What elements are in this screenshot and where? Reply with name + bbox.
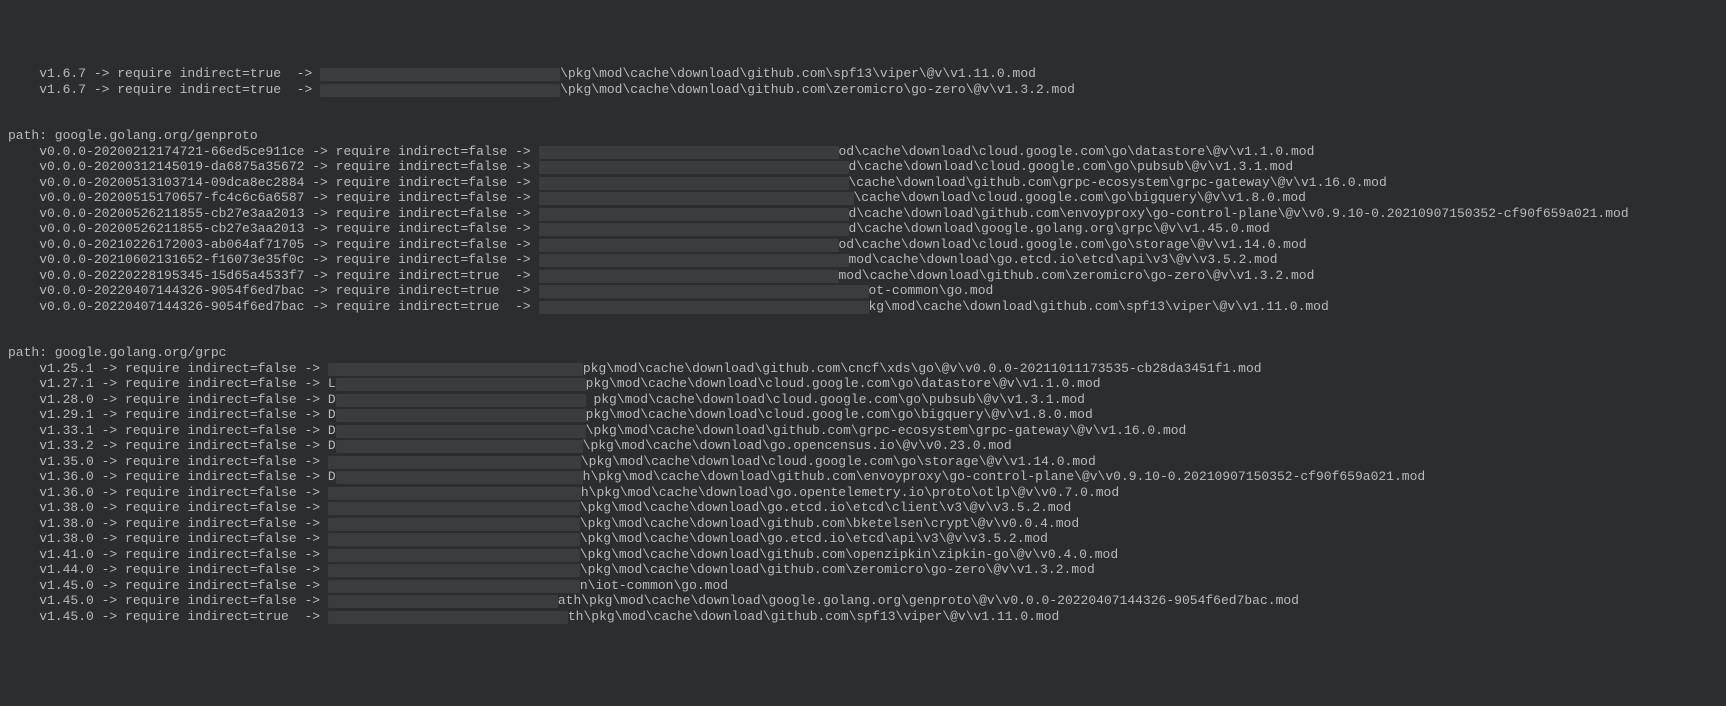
output-line: v0.0.0-20200526211855-cb27e3aa2013 -> re… (8, 221, 1718, 237)
redacted-segment (328, 363, 583, 376)
output-line: v1.25.1 -> require indirect=false -> pkg… (8, 361, 1718, 377)
redacted-segment (336, 425, 586, 438)
redacted-segment (539, 254, 849, 267)
redacted-segment (336, 440, 583, 453)
output-line: v1.45.0 -> require indirect=true -> th\p… (8, 609, 1718, 625)
output-line: v1.29.1 -> require indirect=false -> Dpk… (8, 407, 1718, 423)
redacted-segment (328, 533, 580, 546)
redacted-segment (539, 239, 839, 252)
output-line: v0.0.0-20200515170657-fc4c6c6a6587 -> re… (8, 190, 1718, 206)
output-line: v0.0.0-20200212174721-66ed5ce911ce -> re… (8, 144, 1718, 160)
redacted-segment (539, 192, 854, 205)
redacted-segment (328, 611, 568, 624)
output-line: v0.0.0-20220228195345-15d65a4533f7 -> re… (8, 268, 1718, 284)
output-line (8, 97, 1718, 113)
output-line: v0.0.0-20210226172003-ab064af71705 -> re… (8, 237, 1718, 253)
redacted-segment (336, 471, 583, 484)
redacted-segment (328, 456, 581, 469)
redacted-segment (328, 549, 580, 562)
redacted-segment (328, 580, 580, 593)
redacted-segment (328, 564, 580, 577)
output-line: v1.38.0 -> require indirect=false -> \pk… (8, 531, 1718, 547)
output-line (8, 314, 1718, 330)
output-line (8, 113, 1718, 129)
redacted-segment (320, 68, 560, 81)
output-line: v0.0.0-20220407144326-9054f6ed7bac -> re… (8, 299, 1718, 315)
output-line: v0.0.0-20220407144326-9054f6ed7bac -> re… (8, 283, 1718, 299)
output-line: v1.41.0 -> require indirect=false -> \pk… (8, 547, 1718, 563)
output-line: v0.0.0-20210602131652-f16073e35f0c -> re… (8, 252, 1718, 268)
output-line: v1.6.7 -> require indirect=true -> \pkg\… (8, 82, 1718, 98)
output-line: v1.36.0 -> require indirect=false -> h\p… (8, 485, 1718, 501)
path-header: path: google.golang.org/grpc (8, 345, 1718, 361)
redacted-segment (328, 487, 581, 500)
path-header: path: google.golang.org/genproto (8, 128, 1718, 144)
output-line: v1.38.0 -> require indirect=false -> \pk… (8, 516, 1718, 532)
redacted-segment (539, 285, 869, 298)
output-line: v1.44.0 -> require indirect=false -> \pk… (8, 562, 1718, 578)
redacted-segment (336, 394, 586, 407)
terminal-output[interactable]: v1.6.7 -> require indirect=true -> \pkg\… (8, 62, 1718, 628)
redacted-segment (539, 177, 849, 190)
output-line: v1.33.1 -> require indirect=false -> D\p… (8, 423, 1718, 439)
output-line: v1.27.1 -> require indirect=false -> Lpk… (8, 376, 1718, 392)
redacted-segment (539, 301, 869, 314)
redacted-segment (539, 270, 839, 283)
redacted-segment (539, 146, 839, 159)
redacted-segment (336, 378, 586, 391)
redacted-segment (328, 518, 580, 531)
output-line: v0.0.0-20200312145019-da6875a35672 -> re… (8, 159, 1718, 175)
output-line: v1.33.2 -> require indirect=false -> D\p… (8, 438, 1718, 454)
output-line: v1.28.0 -> require indirect=false -> D p… (8, 392, 1718, 408)
output-line (8, 330, 1718, 346)
output-line: v1.36.0 -> require indirect=false -> Dh\… (8, 469, 1718, 485)
output-line: v0.0.0-20200513103714-09dca8ec2884 -> re… (8, 175, 1718, 191)
redacted-segment (328, 595, 558, 608)
output-line: v1.6.7 -> require indirect=true -> \pkg\… (8, 66, 1718, 82)
output-line: v1.45.0 -> require indirect=false -> ath… (8, 593, 1718, 609)
output-line: v1.35.0 -> require indirect=false -> \pk… (8, 454, 1718, 470)
output-line: v1.45.0 -> require indirect=false -> n\i… (8, 578, 1718, 594)
redacted-segment (320, 84, 560, 97)
output-line: v1.38.0 -> require indirect=false -> \pk… (8, 500, 1718, 516)
redacted-segment (328, 502, 580, 515)
redacted-segment (539, 208, 849, 221)
redacted-segment (336, 409, 586, 422)
redacted-segment (539, 161, 849, 174)
output-line: v0.0.0-20200526211855-cb27e3aa2013 -> re… (8, 206, 1718, 222)
redacted-segment (539, 223, 849, 236)
